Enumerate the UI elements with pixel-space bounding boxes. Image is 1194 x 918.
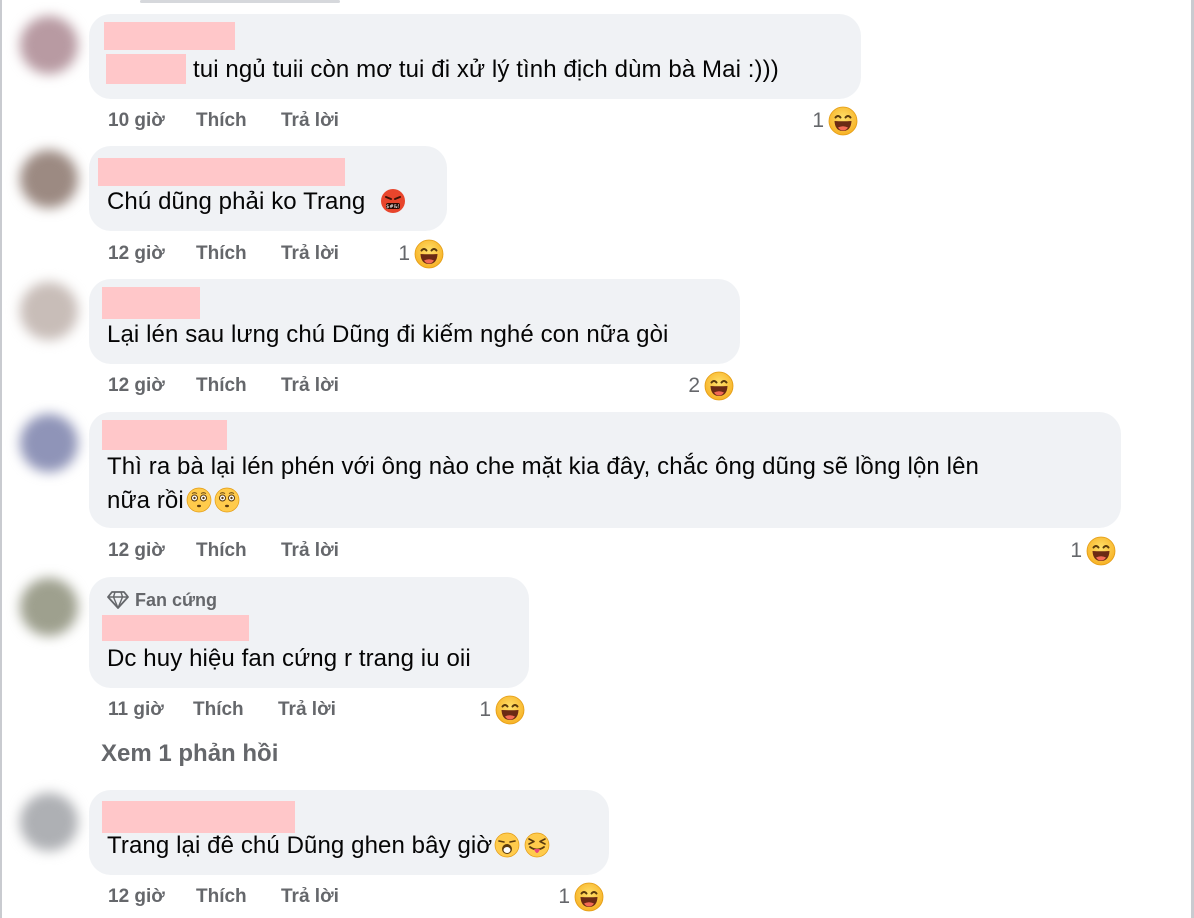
- comment-bubble: Lại lén sau lưng chú Dũng đi kiếm nghé c…: [89, 279, 740, 364]
- like-button[interactable]: Thích: [196, 538, 247, 564]
- comment-time[interactable]: 12 giờ: [108, 538, 165, 564]
- comment-bubble: Fan cứng Dc huy hiệu fan cứng r trang iu…: [89, 577, 529, 688]
- redacted-author-name[interactable]: [98, 158, 345, 186]
- comment-bubble: Trang lại đê chú Dũng ghen bây giờ: [89, 790, 609, 875]
- reaction-summary[interactable]: 1: [790, 104, 858, 138]
- reaction-count: 2: [688, 374, 700, 397]
- face-with-symbols-icon: $#&!: [381, 189, 406, 213]
- comment-text-line-2-body: nữa rồi: [107, 487, 184, 514]
- comment-text: Dc huy hiệu fan cứng r trang iu oii: [107, 645, 471, 672]
- reply-button[interactable]: Trả lời: [281, 241, 339, 267]
- reply-button[interactable]: Trả lời: [281, 538, 339, 564]
- redacted-author-name[interactable]: [104, 22, 235, 50]
- like-button[interactable]: Thích: [193, 697, 244, 723]
- haha-emoji-icon: [414, 239, 444, 269]
- squinting-tongue-icon: [524, 832, 550, 858]
- comment-text-body: Trang lại đê chú Dũng ghen bây giờ: [107, 832, 493, 859]
- reply-button[interactable]: Trả lời: [281, 373, 339, 399]
- redacted-author-name[interactable]: [102, 287, 200, 319]
- comment-time[interactable]: 10 giờ: [108, 108, 165, 134]
- reaction-summary[interactable]: 1: [378, 237, 444, 271]
- like-button[interactable]: Thích: [196, 373, 247, 399]
- face-with-open-mouth-icon: [494, 832, 520, 858]
- avatar[interactable]: [20, 414, 78, 472]
- redacted-author-name[interactable]: [102, 615, 249, 641]
- reaction-count: 1: [398, 242, 410, 265]
- reply-button[interactable]: Trả lời: [281, 108, 339, 134]
- reply-button[interactable]: Trả lời: [281, 884, 339, 910]
- avatar[interactable]: [20, 282, 78, 340]
- reaction-summary[interactable]: 1: [459, 693, 525, 727]
- comment-text: Chú dũng phải ko Trang $#&!: [107, 186, 406, 218]
- reply-button[interactable]: Trả lời: [278, 697, 336, 723]
- comment-text-line-2: nữa rồi: [107, 485, 240, 517]
- reaction-count: 1: [479, 698, 491, 721]
- comment-text: Trang lại đê chú Dũng ghen bây giờ: [107, 830, 550, 862]
- flushed-face-icon: [186, 487, 212, 513]
- like-button[interactable]: Thích: [196, 884, 247, 910]
- comment-text: tui ngủ tuii còn mơ tui đi xử lý tình đị…: [193, 56, 779, 83]
- svg-text:$#&!: $#&!: [386, 204, 400, 210]
- left-edge-border: [0, 0, 2, 918]
- fan-badge-label: Fan cứng: [135, 590, 218, 610]
- like-button[interactable]: Thích: [196, 241, 247, 267]
- reaction-summary[interactable]: 1: [538, 880, 604, 914]
- reaction-summary[interactable]: 1: [1048, 534, 1116, 568]
- comment-text-body: Chú dũng phải ko Trang: [107, 188, 366, 215]
- comment-time[interactable]: 12 giờ: [108, 241, 165, 267]
- comment-time[interactable]: 11 giờ: [108, 697, 164, 723]
- comment-bubble: tui ngủ tuii còn mơ tui đi xử lý tình đị…: [89, 14, 861, 99]
- flushed-face-icon: [214, 487, 240, 513]
- reaction-count: 1: [812, 109, 824, 132]
- comment-thread: tui ngủ tuii còn mơ tui đi xử lý tình đị…: [0, 0, 1194, 918]
- like-button[interactable]: Thích: [196, 108, 247, 134]
- reaction-summary[interactable]: 2: [668, 369, 734, 403]
- reaction-count: 1: [558, 885, 570, 908]
- reaction-count: 1: [1070, 539, 1082, 562]
- redacted-author-name[interactable]: [102, 420, 227, 450]
- avatar[interactable]: [20, 16, 78, 74]
- comment-bubble: Thì ra bà lại lén phén với ông nào che m…: [89, 412, 1121, 528]
- comment-text-line-1: Thì ra bà lại lén phén với ông nào che m…: [107, 453, 979, 480]
- redacted-author-name[interactable]: [102, 801, 295, 833]
- comment-time[interactable]: 12 giờ: [108, 373, 165, 399]
- haha-emoji-icon: [828, 106, 858, 136]
- avatar[interactable]: [20, 150, 78, 208]
- comment-time[interactable]: 12 giờ: [108, 884, 165, 910]
- avatar[interactable]: [20, 793, 78, 851]
- comment-text: Lại lén sau lưng chú Dũng đi kiếm nghé c…: [107, 321, 669, 348]
- haha-emoji-icon: [1086, 536, 1116, 566]
- haha-emoji-icon: [495, 695, 525, 725]
- haha-emoji-icon: [574, 882, 604, 912]
- avatar[interactable]: [20, 578, 78, 636]
- comment-bubble: Chú dũng phải ko Trang $#&!: [89, 146, 447, 231]
- cut-off-previous-actions: [140, 0, 340, 3]
- diamond-icon: [107, 591, 129, 609]
- redacted-text-mask: [106, 54, 186, 84]
- view-replies-link[interactable]: Xem 1 phản hồi: [101, 740, 278, 768]
- haha-emoji-icon: [704, 371, 734, 401]
